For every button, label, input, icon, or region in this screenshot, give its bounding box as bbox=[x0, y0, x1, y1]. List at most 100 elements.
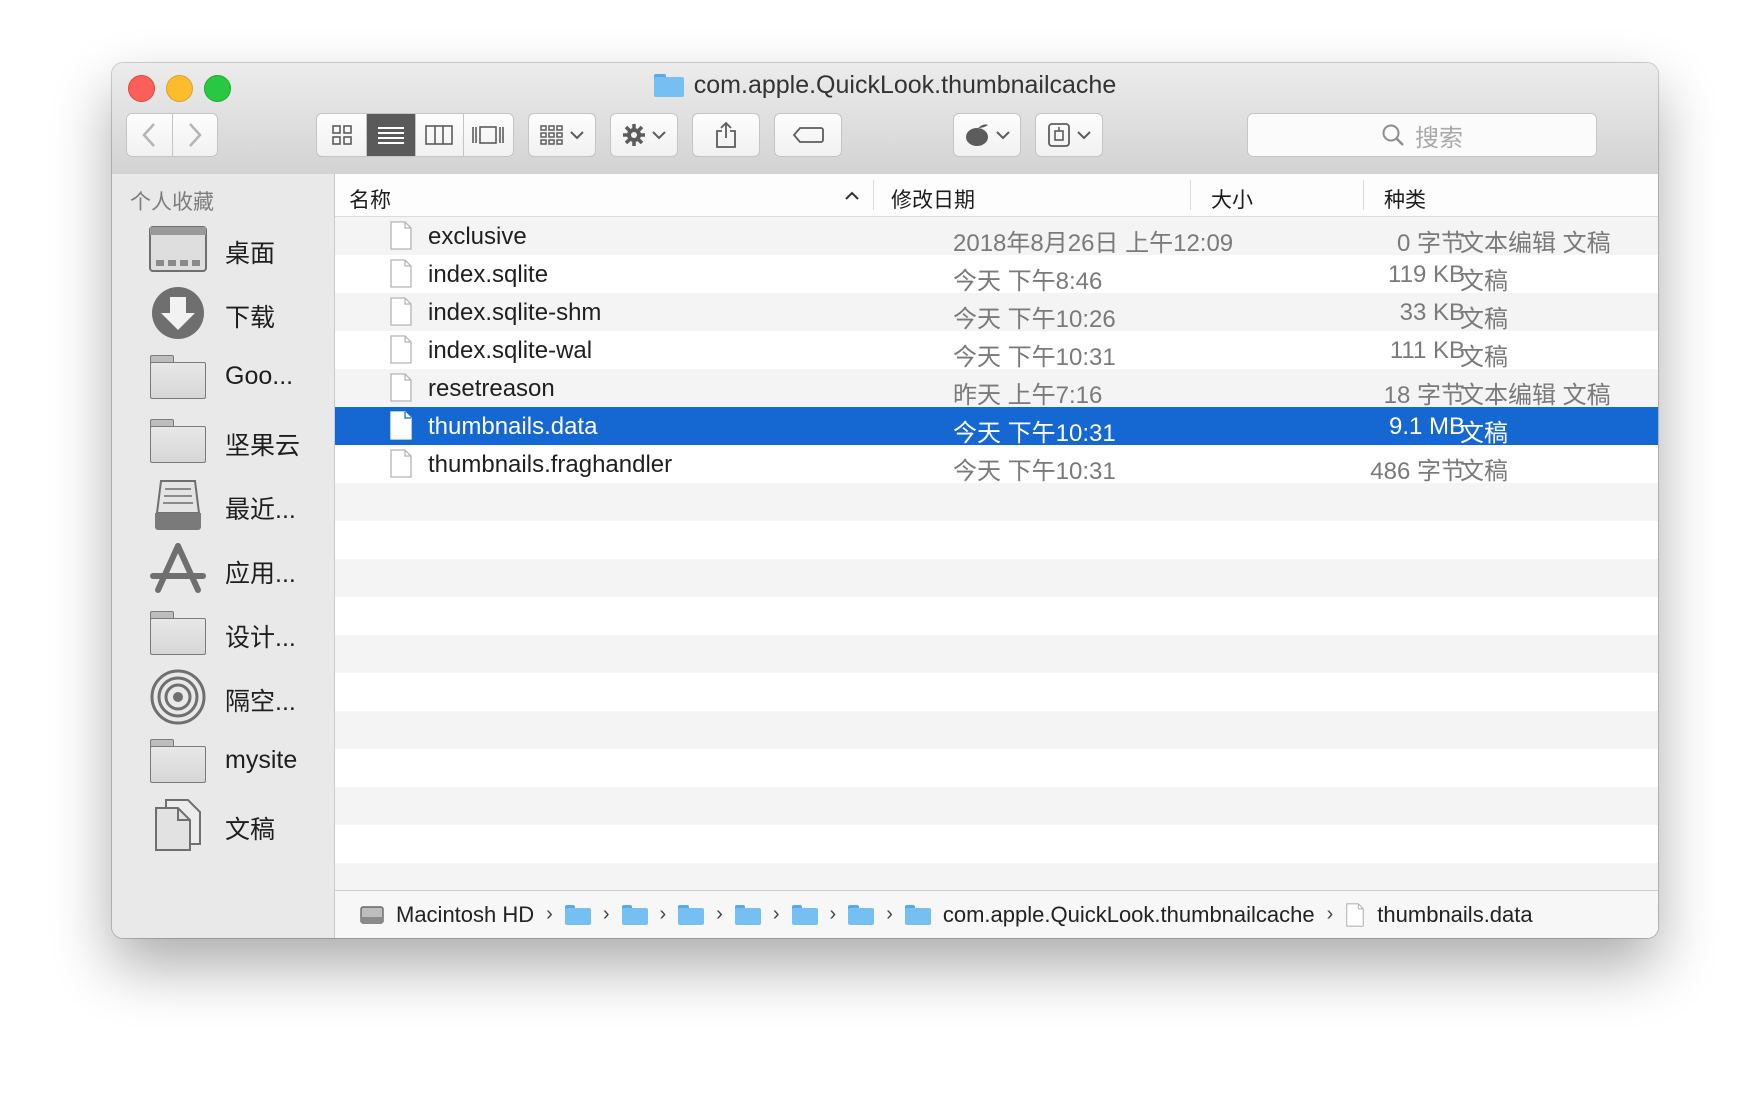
chevron-down-icon bbox=[652, 131, 666, 140]
empty-row bbox=[335, 673, 1658, 711]
gallery-view-button[interactable] bbox=[463, 114, 513, 156]
downloads-icon bbox=[146, 284, 210, 342]
empty-row bbox=[335, 635, 1658, 673]
chevron-down-icon bbox=[570, 131, 584, 140]
desktop-icon bbox=[146, 220, 210, 278]
sidebar-item-label: 最近... bbox=[225, 496, 296, 524]
empty-row bbox=[335, 521, 1658, 559]
folder-icon[interactable] bbox=[564, 904, 591, 925]
sidebar-item-desktop[interactable]: 桌面 bbox=[112, 220, 335, 280]
folder-icon bbox=[146, 732, 210, 790]
empty-row bbox=[335, 863, 1658, 890]
sidebar-item-label: mysite bbox=[225, 746, 298, 774]
grid-icon bbox=[331, 125, 352, 145]
empty-row bbox=[335, 787, 1658, 825]
file-kind: 文稿 bbox=[1460, 420, 1508, 447]
file-size: 0 字节 bbox=[1396, 230, 1465, 257]
search-field[interactable]: 搜索 bbox=[1247, 113, 1597, 157]
titlebar: com.apple.QuickLook.thumbnailcache 搜索 bbox=[112, 63, 1658, 175]
table-row[interactable]: thumbnails.fraghandler 今天 下午10:31 486 字节… bbox=[335, 445, 1658, 485]
file-kind: 文稿 bbox=[1460, 306, 1508, 333]
file-date: 今天 下午8:46 bbox=[953, 268, 1103, 295]
tags-button[interactable] bbox=[774, 113, 842, 157]
path-bar: Macintosh HD › › › › › › › com.apple.Qui… bbox=[335, 890, 1658, 938]
sidebar-item-mysite[interactable]: mysite bbox=[112, 732, 335, 792]
table-row-selected[interactable]: thumbnails.data 今天 下午10:31 9.1 MB 文稿 bbox=[335, 407, 1658, 447]
sort-ascending-icon bbox=[845, 191, 859, 200]
share-button[interactable] bbox=[692, 113, 760, 157]
column-header-date[interactable]: 修改日期 bbox=[891, 184, 975, 214]
file-name: index.sqlite-wal bbox=[428, 337, 593, 364]
table-row[interactable]: exclusive 2018年8月26日 上午12:09 0 字节 文本编辑 文… bbox=[335, 217, 1658, 257]
sidebar-item-applications[interactable]: 应用... bbox=[112, 540, 335, 600]
drive-icon bbox=[1048, 123, 1070, 147]
column-header-name[interactable]: 名称 bbox=[349, 184, 391, 214]
table-row[interactable]: index.sqlite 今天 下午8:46 119 KB 文稿 bbox=[335, 255, 1658, 295]
sidebar-item-label: 设计... bbox=[225, 624, 296, 652]
forward-button[interactable] bbox=[172, 114, 217, 156]
path-root[interactable]: Macintosh HD bbox=[396, 902, 534, 928]
chevron-down-icon bbox=[996, 131, 1010, 140]
file-name: thumbnails.data bbox=[428, 413, 598, 440]
sidebar-item-jianguoyun[interactable]: 坚果云 bbox=[112, 412, 335, 472]
file-size: 33 KB bbox=[1399, 299, 1465, 326]
file-size: 111 KB bbox=[1389, 337, 1465, 364]
file-name: thumbnails.fraghandler bbox=[428, 451, 673, 478]
column-view-button[interactable] bbox=[415, 114, 464, 156]
chevron-right-icon: › bbox=[659, 903, 667, 925]
search-placeholder: 搜索 bbox=[1415, 124, 1463, 152]
sidebar-item-label: 应用... bbox=[225, 560, 296, 588]
empty-row bbox=[335, 597, 1658, 635]
column-header-kind[interactable]: 种类 bbox=[1384, 184, 1426, 214]
file-kind: 文本编辑 文稿 bbox=[1460, 382, 1611, 409]
recents-icon bbox=[146, 476, 210, 534]
sidebar-item-downloads[interactable]: 下载 bbox=[112, 284, 335, 344]
empty-row bbox=[335, 711, 1658, 749]
sidebar-item-label: 文稿 bbox=[225, 816, 276, 844]
tag-icon bbox=[792, 127, 824, 143]
column-header-size[interactable]: 大小 bbox=[1211, 184, 1253, 214]
sidebar-item-design[interactable]: 设计... bbox=[112, 604, 335, 664]
documents-icon bbox=[146, 796, 210, 854]
chevron-right-icon bbox=[188, 123, 202, 147]
folder-icon[interactable] bbox=[621, 904, 648, 925]
path-file[interactable]: thumbnails.data bbox=[1377, 902, 1532, 928]
sidebar: 个人收藏 桌面 下载 Goo... 坚果云 最近... 应用... 设计... … bbox=[112, 174, 335, 938]
finder-window: com.apple.QuickLook.thumbnailcache 搜索 个人… bbox=[112, 63, 1658, 938]
group-by-button[interactable] bbox=[528, 113, 596, 157]
folder-icon[interactable] bbox=[678, 904, 705, 925]
extension-nut-button[interactable] bbox=[953, 113, 1021, 157]
gear-icon bbox=[623, 124, 645, 146]
column-headers: 名称 修改日期 大小 种类 bbox=[335, 174, 1658, 217]
file-date: 昨天 上午7:16 bbox=[953, 382, 1103, 409]
sidebar-item-documents[interactable]: 文稿 bbox=[112, 796, 335, 856]
file-list: 名称 修改日期 大小 种类 exclusive 2018年8月26日 上午12:… bbox=[335, 174, 1658, 938]
table-row[interactable]: index.sqlite-wal 今天 下午10:31 111 KB 文稿 bbox=[335, 331, 1658, 371]
list-view-button[interactable] bbox=[367, 114, 416, 156]
file-size: 486 字节 bbox=[1370, 458, 1465, 485]
sidebar-item-airdrop[interactable]: 隔空... bbox=[112, 668, 335, 728]
columns-icon bbox=[425, 125, 453, 145]
path-current-folder[interactable]: com.apple.QuickLook.thumbnailcache bbox=[943, 902, 1315, 928]
nut-icon bbox=[966, 124, 988, 146]
sidebar-item-google[interactable]: Goo... bbox=[112, 348, 335, 408]
folder-icon[interactable] bbox=[791, 904, 818, 925]
folder-icon[interactable] bbox=[904, 904, 931, 925]
icon-view-button[interactable] bbox=[317, 114, 368, 156]
file-size: 9.1 MB bbox=[1388, 413, 1465, 440]
folder-icon bbox=[146, 412, 210, 470]
search-icon bbox=[1382, 124, 1404, 146]
empty-row bbox=[335, 825, 1658, 863]
extension-drive-button[interactable] bbox=[1035, 113, 1103, 157]
action-button[interactable] bbox=[610, 113, 678, 157]
window-title: com.apple.QuickLook.thumbnailcache bbox=[112, 71, 1658, 100]
table-row[interactable]: index.sqlite-shm 今天 下午10:26 33 KB 文稿 bbox=[335, 293, 1658, 333]
sidebar-item-label: 桌面 bbox=[225, 240, 276, 268]
table-row[interactable]: resetreason 昨天 上午7:16 18 字节 文本编辑 文稿 bbox=[335, 369, 1658, 409]
view-mode-control bbox=[316, 113, 514, 157]
folder-icon[interactable] bbox=[734, 904, 761, 925]
back-button[interactable] bbox=[127, 114, 173, 156]
folder-icon[interactable] bbox=[848, 904, 875, 925]
sidebar-item-recents[interactable]: 最近... bbox=[112, 476, 335, 536]
chevron-right-icon: › bbox=[829, 903, 837, 925]
